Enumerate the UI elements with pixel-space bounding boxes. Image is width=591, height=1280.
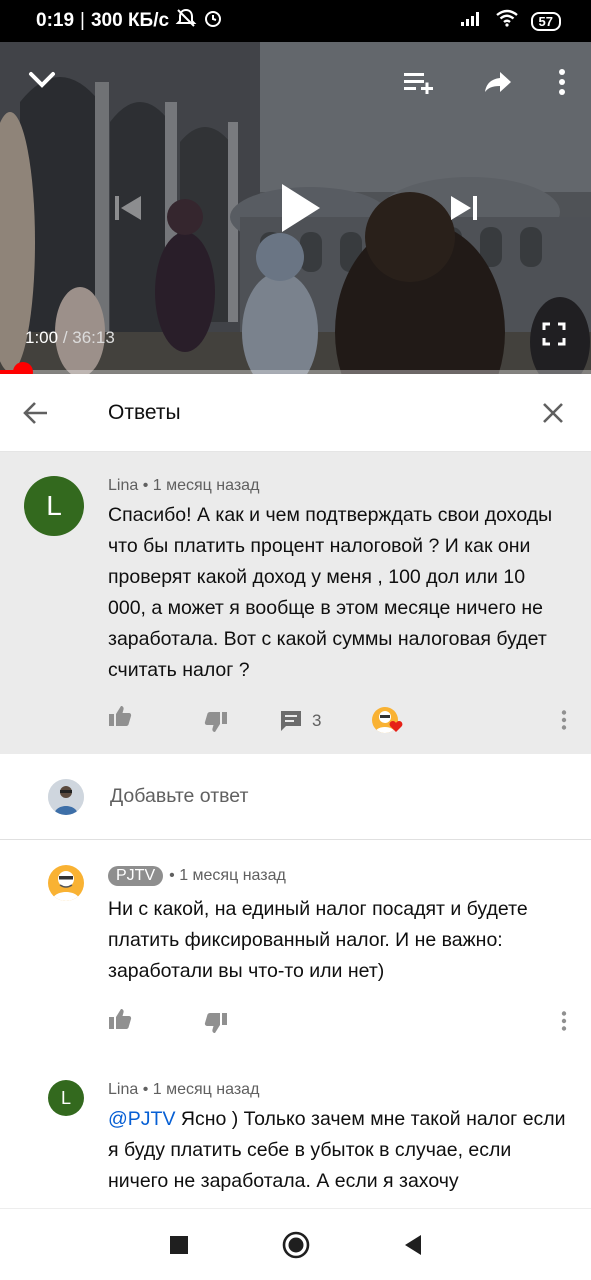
status-speed: 300 КБ/с (90, 10, 170, 31)
share-icon[interactable] (478, 64, 518, 100)
author-chip[interactable]: PJTV (108, 866, 164, 886)
video-player[interactable]: 1:00 / 36:13 (0, 42, 591, 374)
comment-text-body: Ясно ) Только зачем мне такой налог если… (108, 1108, 566, 1192)
comment-more-icon[interactable] (554, 1007, 574, 1035)
comment-time: 1 месяц назад (152, 1081, 260, 1098)
progress-scrubber[interactable] (12, 362, 33, 374)
replies-header: Ответы (0, 374, 591, 452)
back-triangle-icon[interactable] (393, 1225, 433, 1265)
status-separator: | (80, 10, 85, 31)
battery-indicator: 57 (530, 11, 561, 31)
play-icon[interactable] (272, 178, 328, 238)
avatar[interactable]: L (24, 476, 84, 536)
skip-previous-icon (108, 188, 148, 228)
wifi-icon (495, 9, 519, 33)
comment-time: 1 месяц назад (179, 867, 286, 884)
back-arrow-icon[interactable] (0, 374, 72, 452)
status-time: 0:19 (36, 10, 75, 31)
recent-apps-icon[interactable] (159, 1225, 199, 1265)
avatar[interactable] (48, 865, 84, 901)
avatar-letter: L (60, 1087, 71, 1108)
status-bar: 0:19 | 300 КБ/с 57 (0, 0, 591, 42)
dislike-icon[interactable] (202, 1009, 230, 1037)
video-duration: 36:13 (72, 328, 115, 347)
comment-meta: PJTV • 1 месяц назад (108, 866, 286, 886)
list-item: PJTV • 1 месяц назад Ни с какой, на едины… (0, 841, 591, 1051)
video-time: 1:00 / 36:13 (25, 328, 115, 348)
skip-next-icon[interactable] (444, 188, 484, 228)
comment-author[interactable]: Lina (108, 477, 138, 495)
comment-time: 1 месяц назад (152, 477, 260, 494)
chevron-down-icon[interactable] (22, 62, 62, 98)
current-time: 1:00 (25, 328, 59, 347)
like-icon[interactable] (106, 702, 134, 730)
main-comment: L Lina • 1 месяц назад Спасибо! А как и … (0, 452, 591, 754)
heart-badge-icon (389, 720, 403, 734)
mention-link[interactable]: @PJTV (108, 1108, 175, 1130)
signal-icon (460, 10, 483, 32)
avatar (48, 778, 84, 815)
meta-dot: • (142, 477, 149, 494)
more-vert-icon[interactable] (548, 64, 576, 100)
time-separator: / (58, 328, 73, 347)
avatar-letter: L (46, 490, 62, 521)
alarm-clock-icon (203, 8, 223, 34)
fullscreen-icon[interactable] (538, 318, 570, 350)
close-icon[interactable] (515, 374, 591, 452)
comment-meta: Lina • 1 месяц назад (108, 477, 259, 495)
replies-title: Ответы (108, 400, 181, 424)
meta-dot: • (169, 867, 175, 884)
comment-text: Спасибо! А как и чем подтверждать свои д… (108, 504, 553, 681)
home-icon[interactable] (276, 1225, 316, 1265)
reply-comment-icon[interactable] (278, 708, 304, 734)
system-nav-bar (0, 1208, 591, 1280)
comment-more-icon[interactable] (554, 706, 574, 734)
comment-text: @PJTV Ясно ) Только зачем мне такой нало… (108, 1104, 568, 1197)
meta-dot: • (142, 1081, 149, 1098)
add-reply-input[interactable]: Добавьте ответ (110, 785, 248, 808)
muted-alarm-icon (175, 8, 197, 34)
like-icon[interactable] (106, 1005, 134, 1033)
comment-author[interactable]: Lina (108, 1081, 138, 1099)
reply-count: 3 (312, 711, 322, 730)
add-to-queue-icon[interactable] (398, 64, 438, 100)
dislike-icon[interactable] (202, 708, 230, 736)
avatar[interactable]: L (48, 1080, 84, 1116)
list-item: L Lina • 1 месяц назад @PJTV Ясно ) Толь… (0, 1060, 591, 1208)
add-reply-row[interactable]: Добавьте ответ (0, 754, 591, 840)
comment-meta: Lina • 1 месяц назад (108, 1081, 259, 1099)
comment-text: Ни с какой, на единый налог посадят и бу… (108, 898, 528, 982)
